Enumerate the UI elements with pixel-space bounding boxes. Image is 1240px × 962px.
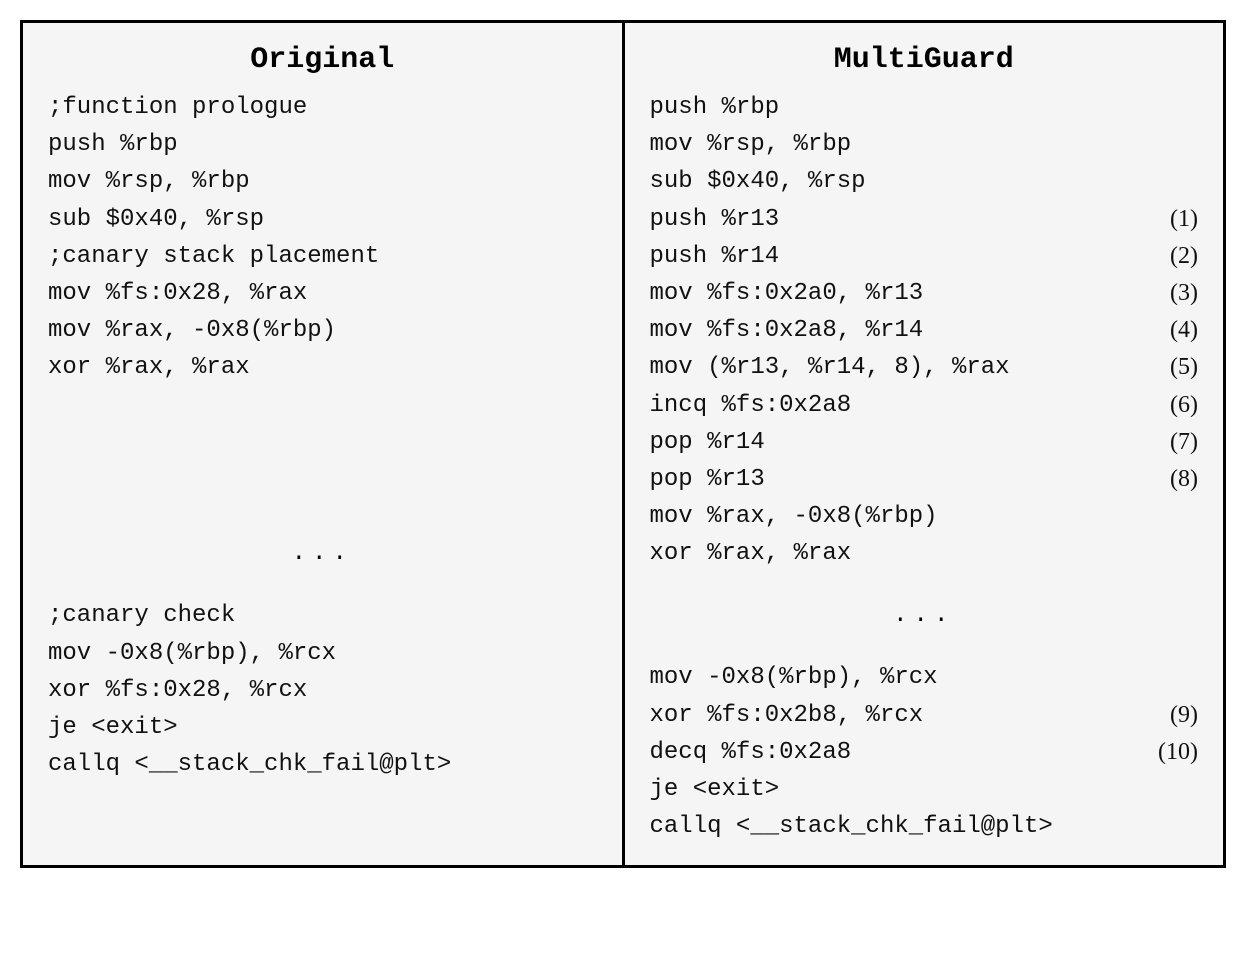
original-title: Original xyxy=(48,43,597,77)
code-line: ;function prologue xyxy=(48,89,597,126)
code-line: je <exit> xyxy=(48,709,597,746)
line-number: (10) xyxy=(1158,734,1198,771)
code-comparison-figure: Original ;function prologue push %rbp mo… xyxy=(20,20,1226,868)
code-line: mov %fs:0x2a8, %r14(4) xyxy=(650,312,1199,349)
multiguard-title: MultiGuard xyxy=(650,43,1199,77)
line-number: (5) xyxy=(1170,349,1198,386)
multiguard-code-bottom: mov -0x8(%rbp), %rcx xor %fs:0x2b8, %rcx… xyxy=(650,659,1199,845)
code-line: mov %rax, -0x8(%rbp) xyxy=(48,312,597,349)
code-line: mov %fs:0x2a0, %r13(3) xyxy=(650,275,1199,312)
multiguard-panel: MultiGuard push %rbp mov %rsp, %rbp sub … xyxy=(625,23,1224,865)
original-panel: Original ;function prologue push %rbp mo… xyxy=(23,23,625,865)
code-line: push %rbp xyxy=(48,126,597,163)
line-number: (7) xyxy=(1170,424,1198,461)
code-line: ;canary stack placement xyxy=(48,238,597,275)
code-line: sub $0x40, %rsp xyxy=(650,163,1199,200)
ellipsis: ... xyxy=(48,540,597,567)
ellipsis: ... xyxy=(650,602,1199,629)
original-code-bottom: ;canary check mov -0x8(%rbp), %rcx xor %… xyxy=(48,597,597,783)
code-line: mov -0x8(%rbp), %rcx xyxy=(48,635,597,672)
code-line: je <exit> xyxy=(650,771,1199,808)
code-line: callq <__stack_chk_fail@plt> xyxy=(48,746,597,783)
code-line: mov (%r13, %r14, 8), %rax(5) xyxy=(650,349,1199,386)
line-number: (9) xyxy=(1170,697,1198,734)
code-line: ;canary check xyxy=(48,597,597,634)
line-number: (1) xyxy=(1170,201,1198,238)
code-line: mov %rsp, %rbp xyxy=(48,163,597,200)
code-line: mov -0x8(%rbp), %rcx xyxy=(650,659,1199,696)
code-line: mov %rsp, %rbp xyxy=(650,126,1199,163)
code-line: decq %fs:0x2a8(10) xyxy=(650,734,1199,771)
line-number: (6) xyxy=(1170,387,1198,424)
code-line: push %r13(1) xyxy=(650,201,1199,238)
code-line: incq %fs:0x2a8(6) xyxy=(650,387,1199,424)
code-line: mov %fs:0x28, %rax xyxy=(48,275,597,312)
line-number: (4) xyxy=(1170,312,1198,349)
code-line: push %r14(2) xyxy=(650,238,1199,275)
multiguard-code-top: push %rbp mov %rsp, %rbp sub $0x40, %rsp… xyxy=(650,89,1199,572)
code-line: push %rbp xyxy=(650,89,1199,126)
code-line: mov %rax, -0x8(%rbp) xyxy=(650,498,1199,535)
line-number: (2) xyxy=(1170,238,1198,275)
code-line: sub $0x40, %rsp xyxy=(48,201,597,238)
code-line: xor %fs:0x2b8, %rcx(9) xyxy=(650,697,1199,734)
code-line: pop %r14(7) xyxy=(650,424,1199,461)
code-line: callq <__stack_chk_fail@plt> xyxy=(650,808,1199,845)
original-code-top: ;function prologue push %rbp mov %rsp, %… xyxy=(48,89,597,510)
line-number: (3) xyxy=(1170,275,1198,312)
code-line: xor %rax, %rax xyxy=(48,349,597,386)
code-line: pop %r13(8) xyxy=(650,461,1199,498)
line-number: (8) xyxy=(1170,461,1198,498)
code-line: xor %rax, %rax xyxy=(650,535,1199,572)
code-line: xor %fs:0x28, %rcx xyxy=(48,672,597,709)
